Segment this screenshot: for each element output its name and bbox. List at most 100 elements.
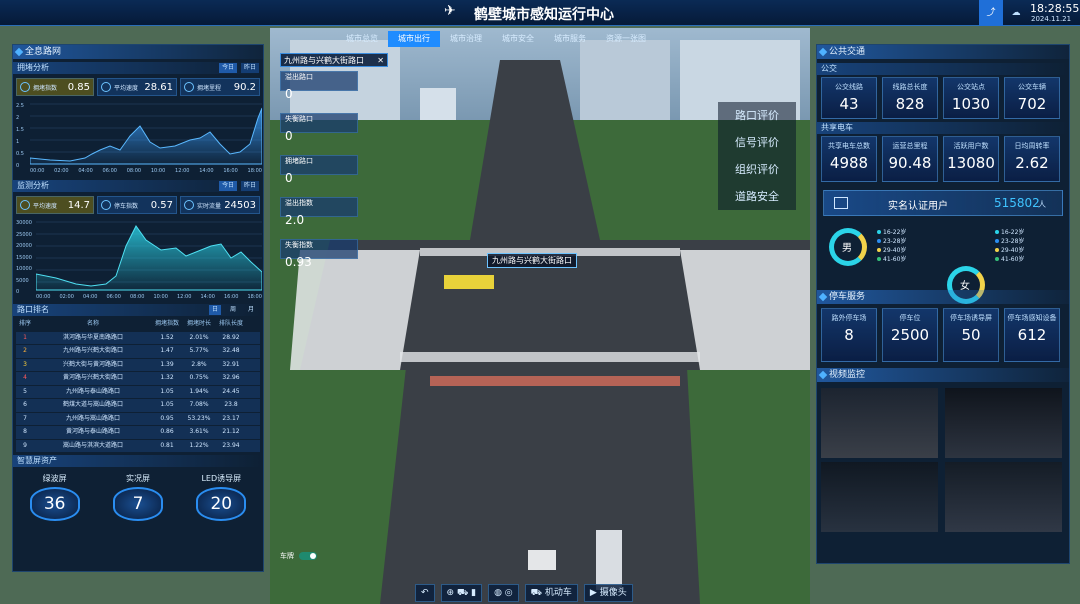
camera-button[interactable]: ▶ 摄像头 [583, 584, 633, 602]
clock-date: 2024.11.21 [1031, 15, 1072, 23]
parking-cards: 路外停车场 8 停车位 2500 停车场诱导屏 50 停车场感知设备 612 [821, 308, 1065, 362]
monitor-y-axis: 30000 25000 20000 15000 10000 5000 0 [16, 220, 32, 295]
bottom-toolbar: ↶ ⊕ ⛟ ▮ ◍ ◎ ⛟ 机动车 ▶ 摄像头 [415, 584, 633, 602]
metric-card: 路外停车场 8 [821, 308, 877, 362]
car-icon: ⛟ [530, 588, 542, 598]
gender-age-section: 男 16-22岁 23-28岁 29-40岁 41-60岁 女 16-22岁 2… [817, 224, 1069, 304]
video-title: 视频监控 [817, 368, 1069, 382]
table-row[interactable]: 4 黄河路与兴鹤大街路口 1.32 0.75% 32.96 [16, 372, 260, 385]
tab-service[interactable]: 城市服务 [544, 31, 596, 47]
congestion-x-axis: 00:00 02:00 04:00 06:00 08:00 10:00 12:00 14:00… [30, 168, 262, 174]
table-row[interactable]: 3 兴鹤大街与黄河路路口 1.39 2.8% 32.91 [16, 358, 260, 371]
male-ring: 男 [829, 228, 867, 266]
metric-card: 公交线路 43 [821, 77, 877, 119]
table-row[interactable]: 5 九州路与泰山路路口 1.05 1.94% 24.45 [16, 385, 260, 398]
metric-card: 活跃用户数 13080 [943, 136, 999, 182]
metric-card: 线路总长度 828 [882, 77, 938, 119]
table-row[interactable]: 8 黄河路与泰山路路口 0.86 3.61% 21.12 [16, 426, 260, 439]
bike-cards: 共享电车总数 4988 运营总里程 90.48 活跃用户数 13080 日均周转率 2.… [821, 136, 1065, 182]
screen-asset: 绿波屏 36 [20, 473, 90, 521]
mileage-icon [184, 82, 194, 92]
chart-icon[interactable]: ⤴ [979, 0, 1003, 26]
evaluation-menu: 路口评价 信号评价 组织评价 道路安全 [718, 102, 796, 210]
metric-card: 停车场诱导屏 50 [943, 308, 999, 362]
table-row[interactable]: 1 淇河路与华夏南路路口 1.52 2.01% 28.92 [16, 331, 260, 344]
tab-day[interactable]: 日 [208, 305, 221, 315]
speed-icon [20, 200, 30, 210]
monitor-chart: 30000 25000 20000 15000 10000 5000 0 00:00 02:0… [16, 216, 262, 302]
table-row[interactable]: 2 九州路与兴鹤大街路口 1.47 5.77% 32.48 [16, 345, 260, 358]
back-icon[interactable]: ↶ [415, 584, 435, 602]
yesterday-button[interactable]: 昨日 [240, 181, 259, 191]
tab-overview[interactable]: 城市总览 [336, 31, 388, 47]
header-bar: ✈ 鹤壁城市感知运行中心 ⤴ ☁ 18:28:55 2024.11.21 [0, 0, 1080, 26]
parking-icon [101, 200, 111, 210]
camera-feed[interactable] [821, 462, 938, 532]
main-nav: 城市总览 城市出行 城市治理 城市安全 城市服务 资源一张图 [336, 31, 656, 47]
flow-icon [184, 200, 194, 210]
cloud-icon[interactable]: ☁ [1006, 0, 1026, 26]
bus-cards: 公交线路 43 线路总长度 828 公交站点 1030 公交车辆 702 [821, 77, 1065, 119]
tab-safety[interactable]: 城市安全 [492, 31, 544, 47]
ranking-title: 路口排名 日 周 月 [13, 304, 263, 316]
intersection-selector[interactable]: 九州路与兴鹤大街路口 ✕ [280, 53, 388, 67]
intersection-metrics: 溢出路口 0 失衡路口 0 拥堵路口 0 溢出指数 2.0 失衡指数 0.93 [280, 71, 358, 269]
stat-card: 实时流量 24503 [180, 196, 260, 214]
page-title: 鹤壁城市感知运行中心 [474, 7, 614, 23]
screen-asset: LED诱导屏 20 [186, 473, 256, 521]
metric-card: 溢出指数 2.0 [280, 197, 358, 227]
speed-icon [101, 82, 111, 92]
table-row[interactable]: 6 鹤煤大道与嵩山路路口 1.05 7.08% 23.8 [16, 399, 260, 412]
male-age-list: 16-22岁 23-28岁 29-40岁 41-60岁 [877, 228, 906, 264]
clock-time: 18:28:55 [1030, 2, 1080, 15]
today-button[interactable]: 今日 [218, 181, 237, 191]
tab-week[interactable]: 周 [227, 305, 239, 315]
tab-travel[interactable]: 城市出行 [388, 31, 440, 47]
parking-title: 停车服务 [817, 290, 1069, 304]
table-row[interactable]: 7 九州路与嵩山路路口 0.95 53.23% 23.17 [16, 412, 260, 425]
metric-card: 共享电车总数 4988 [821, 136, 877, 182]
video-grid [817, 382, 1069, 532]
today-button[interactable]: 今日 [218, 63, 237, 73]
metric-card: 运营总里程 90.48 [882, 136, 938, 182]
metric-card: 日均周转率 2.62 [1004, 136, 1060, 182]
screens-row: 绿波屏 36 实况屏 7 LED诱导屏 20 [13, 473, 263, 521]
vehicle-button[interactable]: ⛟ 机动车 [524, 584, 578, 602]
realname-bar: 实名认证用户 515802 人 [823, 190, 1063, 216]
congestion-y-axis: 2.5 2 1.5 1 0.5 0 [16, 103, 24, 169]
plate-toggle[interactable]: 车牌 [280, 551, 318, 561]
stat-card: 拥堵指数 0.85 [16, 78, 94, 96]
camera-feed[interactable] [821, 388, 938, 458]
eval-signal[interactable]: 信号评价 [718, 129, 796, 156]
car-icon [20, 82, 30, 92]
stat-card: 平均速度 14.7 [16, 196, 94, 214]
metric-card: 拥堵路口 0 [280, 155, 358, 185]
stat-card: 平均速度 28.61 [97, 78, 177, 96]
metric-card: 停车位 2500 [882, 308, 938, 362]
tab-month[interactable]: 月 [245, 305, 257, 315]
stat-card: 拥堵里程 90.2 [180, 78, 260, 96]
map-intersection-label[interactable]: 九州路与兴鹤大街路口 [487, 253, 577, 268]
metric-card: 失衡路口 0 [280, 113, 358, 143]
camera-feed[interactable] [945, 388, 1062, 458]
table-row[interactable]: 9 嵩山路与淇滨大道路口 0.81 1.22% 23.94 [16, 439, 260, 452]
congestion-stats: 拥堵指数 0.85 平均速度 28.61 拥堵里程 90.2 [16, 78, 260, 96]
close-icon[interactable]: ✕ [377, 54, 384, 68]
metric-card: 公交车辆 702 [1004, 77, 1060, 119]
congestion-title: 拥堵分析 今日 昨日 [13, 62, 263, 74]
eval-road-safety[interactable]: 道路安全 [718, 183, 796, 210]
stat-card: 停车指数 0.57 [97, 196, 177, 214]
globe-icon[interactable]: ◍ ◎ [488, 584, 519, 602]
left-panel: 全息路网 拥堵分析 今日 昨日 拥堵指数 0.85 平均速度 28.61 拥堵里程 9… [12, 44, 264, 572]
metric-card: 公交站点 1030 [943, 77, 999, 119]
eval-organization[interactable]: 组织评价 [718, 156, 796, 183]
eval-intersection[interactable]: 路口评价 [718, 102, 796, 129]
monitor-title: 监测分析 今日 昨日 [13, 180, 263, 192]
locate-icon[interactable]: ⊕ ⛟ ▮ [440, 584, 483, 602]
camera-feed[interactable] [945, 462, 1062, 532]
yesterday-button[interactable]: 昨日 [240, 63, 259, 73]
tab-governance[interactable]: 城市治理 [440, 31, 492, 47]
logo-icon: ✈ [444, 3, 456, 19]
tab-resources[interactable]: 资源一张图 [596, 31, 656, 47]
bike-title: 共享电车 [817, 122, 1069, 134]
